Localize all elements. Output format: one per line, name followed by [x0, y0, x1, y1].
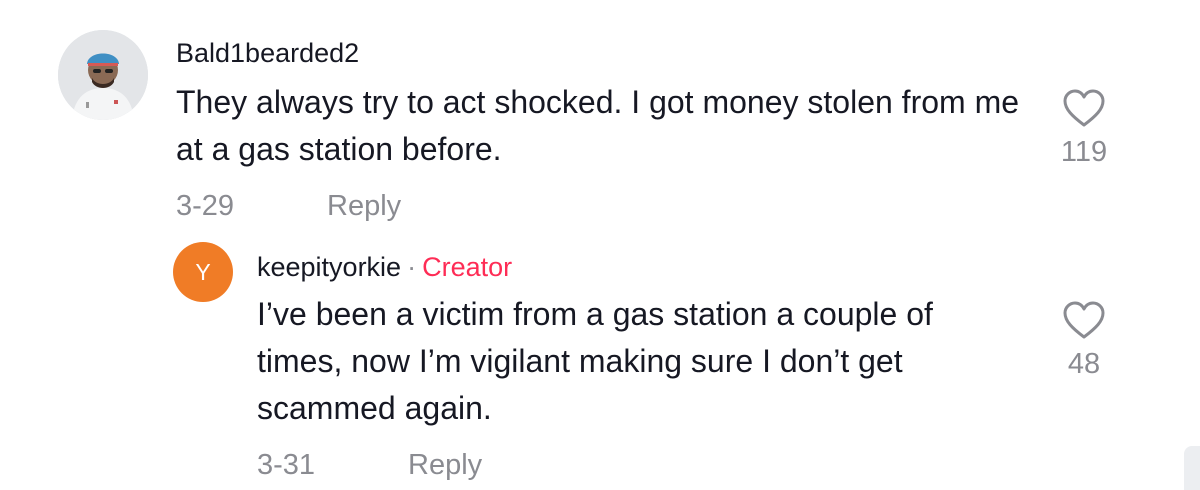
- reply-button[interactable]: Reply: [327, 190, 401, 223]
- reply-username-row: keepityorkie · Creator: [257, 252, 512, 283]
- user-photo-icon: [58, 30, 148, 120]
- like-button[interactable]: 48: [1049, 300, 1119, 381]
- separator-dot: ·: [407, 252, 417, 282]
- comment-username[interactable]: Bald1bearded2: [176, 38, 359, 69]
- scrollbar-corner: [1184, 446, 1200, 490]
- avatar[interactable]: [58, 30, 148, 120]
- avatar-letter: Y: [195, 258, 211, 285]
- like-count: 119: [1060, 136, 1108, 168]
- reply-button[interactable]: Reply: [408, 449, 482, 482]
- comment-text: They always try to act shocked. I got mo…: [176, 84, 1020, 167]
- avatar[interactable]: Y: [173, 242, 233, 302]
- comments-panel: Bald1bearded2 They always try to act sho…: [0, 0, 1200, 490]
- like-count: 48: [1067, 348, 1101, 380]
- like-button[interactable]: 119: [1049, 88, 1119, 169]
- creator-badge: Creator: [422, 252, 513, 282]
- comment-date: 3-29: [176, 190, 235, 222]
- heart-icon: [1063, 89, 1105, 127]
- heart-icon: [1063, 301, 1105, 339]
- reply-date: 3-31: [257, 449, 316, 481]
- reply-text: I’ve been a victim from a gas station a …: [257, 296, 933, 426]
- reply-username[interactable]: keepityorkie: [257, 252, 401, 282]
